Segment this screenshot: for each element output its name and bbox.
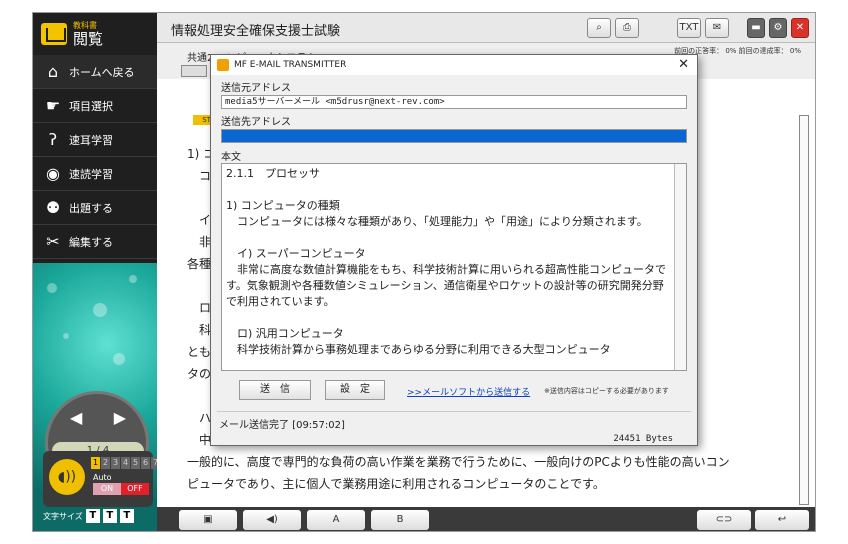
send-button[interactable]: 送 信 <box>239 380 311 400</box>
link-icon: ⊂⊃ <box>715 514 733 525</box>
scissors-icon: ✂ <box>46 232 60 251</box>
speed-3[interactable]: 3 <box>111 457 120 469</box>
byte-count: 24451 Bytes <box>613 434 673 444</box>
auto-on-button[interactable]: ON <box>93 483 121 495</box>
speed-5[interactable]: 5 <box>131 457 140 469</box>
folder-icon: ▬ <box>751 22 761 33</box>
sidebar-item-label: 速読学習 <box>69 167 113 181</box>
body-textarea[interactable]: 2.1.1 プロセッサ 1) コンピュータの種類 コンピュータには様々な種類があ… <box>221 163 687 371</box>
email-dialog: MF E-MAIL TRANSMITTER ✕ 送信元アドレス media5サー… <box>210 54 698 446</box>
pointer-icon: ☛ <box>45 96 61 115</box>
back-button[interactable]: ↩ <box>755 510 809 530</box>
home-icon: ⌂ <box>47 62 59 81</box>
body-label: 本文 <box>221 152 241 163</box>
font-size-medium[interactable]: T <box>102 509 117 523</box>
gear-icon: ⚙ <box>773 22 783 33</box>
copy-note: ※送信内容はコピーする必要があります <box>544 387 669 395</box>
header: 情報処理安全確保支援士試験 ⌕ ⎙ TXT ✉ ▬ ⚙ ✕ <box>157 13 815 43</box>
dialog-close-icon[interactable]: ✕ <box>678 57 689 72</box>
sidebar-item-listen[interactable]: ʔ 速耳学習 <box>33 123 157 157</box>
status-text: メール送信完了 [09:57:02] <box>219 420 345 431</box>
option-b-button[interactable]: B <box>371 510 429 530</box>
speaker-icon[interactable]: ◖)) <box>49 459 85 495</box>
auto-label: Auto <box>93 473 112 482</box>
brand-big-label: 閲覧 <box>73 29 104 48</box>
sidebar-item-read[interactable]: ◉ 速読学習 <box>33 157 157 191</box>
speed-1[interactable]: 1 <box>91 457 100 469</box>
folder-button[interactable]: ▬ <box>747 18 765 38</box>
settings-dialog-button[interactable]: 設 定 <box>325 380 385 400</box>
font-size-small[interactable]: T <box>119 509 134 523</box>
auto-off-button[interactable]: OFF <box>121 483 149 495</box>
speed-4[interactable]: 4 <box>121 457 130 469</box>
page-title: 情報処理安全確保支援士試験 <box>171 24 341 39</box>
font-size-large[interactable]: T <box>85 509 100 523</box>
sidebar-item-label: ホームへ戻る <box>69 65 135 79</box>
brand: 教科書 閲覧 <box>33 13 157 55</box>
option-a-button[interactable]: A <box>307 510 365 530</box>
sidebar-item-label: 速耳学習 <box>69 133 113 147</box>
dialog-title: MF E-MAIL TRANSMITTER <box>234 60 347 70</box>
close-icon: ✕ <box>795 22 805 33</box>
from-label: 送信元アドレス <box>221 83 291 94</box>
sidebar-item-label: 出題する <box>69 201 113 215</box>
article-line: ピュータであり、主に個人で業務用途に利用されるコンピュータのことです。 <box>187 477 605 491</box>
bottom-toolbar: ▣ ◀) A B ⊂⊃ ↩ <box>157 507 815 531</box>
mail-icon: ✉ <box>712 22 722 33</box>
eye-icon: ◉ <box>46 164 60 183</box>
to-label: 送信先アドレス <box>221 117 291 128</box>
body-text: 2.1.1 プロセッサ 1) コンピュータの種類 コンピュータには様々な種類があ… <box>226 167 666 356</box>
mail-button[interactable]: ✉ <box>705 18 729 38</box>
speed-selector: 1 2 3 4 5 6 7 <box>91 457 157 469</box>
speaker-icon: ◀) <box>266 514 278 525</box>
return-icon: ↩ <box>777 514 787 525</box>
auto-toggle: ON OFF <box>93 483 149 495</box>
ear-icon: ʔ <box>48 130 58 149</box>
toggle-panel-button[interactable] <box>181 65 207 77</box>
search-button[interactable]: ⌕ <box>587 18 611 38</box>
dialog-titlebar: MF E-MAIL TRANSMITTER ✕ <box>211 55 697 75</box>
print-button[interactable]: ⎙ <box>615 18 639 38</box>
article-line: 一般的に、高度で専門的な負荷の高い作業を業務で行うために、一般向けのPCよりも性… <box>187 455 730 469</box>
speed-6[interactable]: 6 <box>141 457 150 469</box>
image-button[interactable]: ▣ <box>179 510 237 530</box>
book-icon <box>41 23 67 45</box>
to-field[interactable] <box>221 129 687 143</box>
txt-button[interactable]: TXT <box>677 18 701 38</box>
audio-button[interactable]: ◀) <box>243 510 301 530</box>
sidebar-item-edit[interactable]: ✂ 編集する <box>33 225 157 259</box>
sidebar-item-select[interactable]: ☛ 項目選択 <box>33 89 157 123</box>
close-button[interactable]: ✕ <box>791 18 809 38</box>
sidebar-item-label: 編集する <box>69 235 113 249</box>
app-logo-icon <box>217 59 229 71</box>
body-scrollbar[interactable] <box>674 164 686 370</box>
printer-icon: ⎙ <box>623 22 631 33</box>
search-icon: ⌕ <box>596 22 602 33</box>
mail-software-link[interactable]: >>メールソフトから送信する <box>407 385 530 398</box>
image-icon: ▣ <box>203 514 213 525</box>
from-field[interactable]: media5サーバーメール <m5drusr@next-rev.com> <box>221 95 687 109</box>
sidebar-item-label: 項目選択 <box>69 99 113 113</box>
audio-panel: ◖)) 1 2 3 4 5 6 7 Auto ON OFF <box>43 451 157 507</box>
font-size-controls: 文字サイズ T T T <box>43 509 134 523</box>
quiz-icon: ⚉ <box>45 198 61 217</box>
sidebar-item-home[interactable]: ⌂ ホームへ戻る <box>33 55 157 89</box>
prev-page-icon[interactable]: ◀ <box>70 408 82 436</box>
main-scrollbar[interactable] <box>799 115 809 505</box>
settings-button[interactable]: ⚙ <box>769 18 787 38</box>
next-page-icon[interactable]: ▶ <box>114 408 126 436</box>
speed-2[interactable]: 2 <box>101 457 110 469</box>
status-bar: メール送信完了 [09:57:02] 24451 Bytes <box>217 411 691 444</box>
sidebar-item-quiz[interactable]: ⚉ 出題する <box>33 191 157 225</box>
brand-small-label: 教科書 <box>73 20 97 30</box>
link-button[interactable]: ⊂⊃ <box>697 510 751 530</box>
sidebar: 教科書 閲覧 ⌂ ホームへ戻る ☛ 項目選択 ʔ 速耳学習 ◉ 速読学習 ⚉ 出… <box>33 13 157 531</box>
font-size-label: 文字サイズ <box>43 511 83 521</box>
